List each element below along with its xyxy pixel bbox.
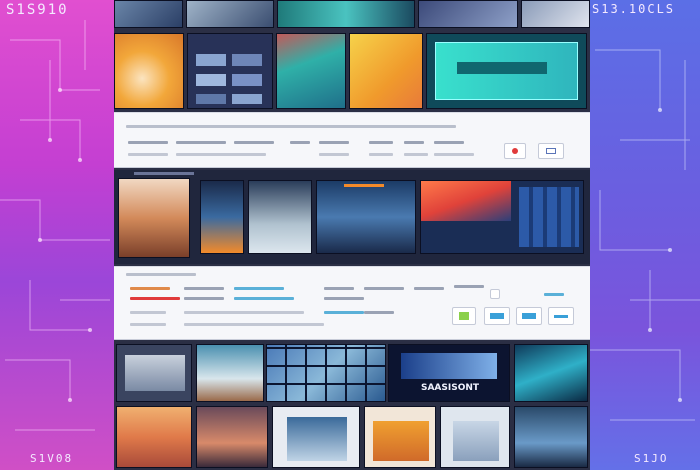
thumbnail[interactable] xyxy=(514,406,588,468)
bottom-thumbnail-grid: SAASISONT xyxy=(114,342,590,470)
panel-button-arrow-3[interactable] xyxy=(548,307,574,325)
toolbar-panel-2 xyxy=(114,266,590,340)
thumbnail[interactable] xyxy=(272,406,360,468)
thumbnail-collage[interactable] xyxy=(266,344,386,402)
panel-checkbox[interactable] xyxy=(490,289,500,299)
media-band xyxy=(114,170,590,264)
arrow-icon xyxy=(554,314,568,318)
center-column: SAASISONT xyxy=(114,0,590,470)
panel-button-arrow[interactable] xyxy=(484,307,510,325)
thumbnail[interactable] xyxy=(196,406,268,468)
record-button[interactable] xyxy=(504,143,526,159)
thumbnail[interactable] xyxy=(186,0,274,28)
thumbnail[interactable] xyxy=(520,0,590,28)
thumbnail[interactable] xyxy=(196,344,264,402)
window-button[interactable] xyxy=(538,143,564,159)
left-circuit-panel: S1S910 S1V08 xyxy=(0,0,114,470)
arrow-icon xyxy=(459,312,469,320)
left-bottom-label: S1V08 xyxy=(30,452,74,465)
thumbnail[interactable] xyxy=(116,344,192,402)
thumbnail[interactable] xyxy=(116,406,192,468)
thumbnail[interactable] xyxy=(114,0,184,28)
featured-card-teal[interactable] xyxy=(276,33,346,109)
thumbnail[interactable] xyxy=(514,344,588,402)
thumbnail[interactable] xyxy=(276,0,416,28)
thumbnail[interactable] xyxy=(440,406,510,468)
featured-card-gallery[interactable] xyxy=(187,33,273,109)
banner-title: SAASISONT xyxy=(420,383,480,393)
media-thumbnail[interactable] xyxy=(200,180,244,254)
right-top-label: S13.10CLS xyxy=(592,2,676,16)
media-thumbnail[interactable] xyxy=(248,180,312,254)
featured-row xyxy=(114,33,590,111)
right-circuit-panel: S13.10CLS S1JO xyxy=(590,0,700,470)
toolbar-panel-1 xyxy=(114,112,590,168)
thumbnail[interactable] xyxy=(364,406,436,468)
circuit-pattern-icon xyxy=(0,20,110,431)
right-bottom-label: S1JO xyxy=(634,452,669,465)
featured-card-dashboard[interactable] xyxy=(426,33,587,109)
media-thumbnail[interactable] xyxy=(118,178,190,258)
featured-card-orange[interactable] xyxy=(114,33,184,109)
media-dashboard[interactable] xyxy=(420,180,584,254)
record-icon xyxy=(512,148,518,154)
thumbnail[interactable] xyxy=(418,0,518,28)
top-thumbnail-strip xyxy=(114,0,590,30)
circuit-pattern-icon xyxy=(590,49,700,421)
screenshot-root: S1S910 S1V08 S13.10CLS S1JO SAASISONT xyxy=(0,0,700,470)
arrow-icon xyxy=(490,313,504,319)
banner-card[interactable]: SAASISONT xyxy=(388,344,510,402)
window-icon xyxy=(546,148,556,154)
panel-button-arrow-2[interactable] xyxy=(516,307,542,325)
left-top-label: S1S910 xyxy=(6,2,69,18)
media-thumbnail[interactable] xyxy=(316,180,416,254)
arrow-icon xyxy=(522,313,536,319)
panel-button-green[interactable] xyxy=(452,307,476,325)
featured-card-yellow[interactable] xyxy=(349,33,423,109)
